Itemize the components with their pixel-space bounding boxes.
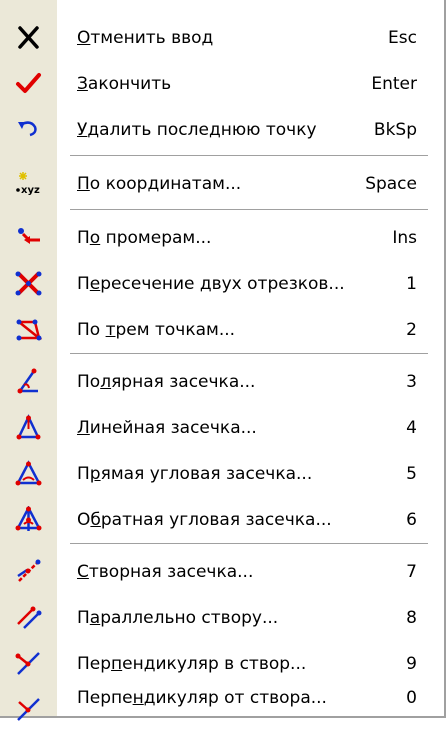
shortcut-label: 8	[406, 608, 417, 628]
menu-item-delete-last-point[interactable]: Удалить последнюю точку BkSp	[0, 107, 444, 153]
menu-item-segment-intersection[interactable]: Пересечение двух отрезков... 1	[0, 261, 444, 307]
segment-intersection-icon	[0, 261, 57, 307]
perpendicular-to-alignment-icon	[0, 641, 57, 687]
checkmark-icon	[0, 61, 57, 107]
alignment-resection-icon	[0, 549, 57, 595]
shortcut-label: 1	[406, 274, 417, 294]
xyz-coordinates-icon: xyz	[0, 161, 57, 207]
direct-angular-resection-icon	[0, 451, 57, 497]
parallel-alignment-icon	[0, 595, 57, 641]
shortcut-label: Enter	[371, 74, 417, 94]
menu-separator	[70, 353, 428, 355]
context-menu: Отменить ввод Esc Закончить Enter Удалит…	[0, 0, 446, 721]
three-points-icon	[0, 307, 57, 353]
menu-item-direct-angular-resection[interactable]: Прямая угловая засечка... 5	[0, 451, 444, 497]
shortcut-label: BkSp	[373, 120, 417, 140]
shortcut-label: 7	[406, 562, 417, 582]
menu-item-finish[interactable]: Закончить Enter	[0, 61, 444, 107]
shortcut-label: Space	[365, 174, 417, 194]
menu-item-by-measurements[interactable]: По промерам... Ins	[0, 215, 444, 261]
menu-item-inverse-angular-resection[interactable]: Обратная угловая засечка... 6	[0, 497, 444, 543]
shortcut-label: 5	[406, 464, 417, 484]
shortcut-label: 3	[406, 372, 417, 392]
menu-item-by-coordinates[interactable]: xyz По координатам... Space	[0, 161, 444, 207]
shortcut-label: Esc	[388, 28, 417, 48]
menu-item-perpendicular-to-alignment[interactable]: Перпендикуляр в створ... 9	[0, 641, 444, 687]
measure-point-icon	[0, 215, 57, 261]
inverse-angular-resection-icon	[0, 497, 57, 543]
menu-item-polar-resection[interactable]: Полярная засечка... 3	[0, 359, 444, 405]
shortcut-label: 6	[406, 510, 417, 530]
shortcut-label: 0	[406, 688, 417, 708]
shortcut-label: 9	[406, 654, 417, 674]
perpendicular-from-alignment-icon	[0, 687, 57, 733]
menu-item-three-points[interactable]: По трем точкам... 2	[0, 307, 444, 353]
shortcut-label: Ins	[392, 228, 417, 248]
menu-separator	[70, 209, 428, 211]
menu-item-cancel-input[interactable]: Отменить ввод Esc	[0, 15, 444, 61]
polar-resection-icon	[0, 359, 57, 405]
menu-item-perpendicular-from-alignment[interactable]: Перпендикуляр от створа... 0	[0, 687, 444, 721]
cancel-x-icon	[0, 15, 57, 61]
shortcut-label: 2	[406, 320, 417, 340]
menu-item-parallel-to-alignment[interactable]: Параллельно створу... 8	[0, 595, 444, 641]
undo-arrow-icon	[0, 107, 57, 153]
linear-resection-icon	[0, 405, 57, 451]
menu-item-linear-resection[interactable]: Линейная засечка... 4	[0, 405, 444, 451]
svg-text:xyz: xyz	[21, 185, 40, 196]
menu-item-alignment-resection[interactable]: Створная засечка... 7	[0, 549, 444, 595]
shortcut-label: 4	[406, 418, 417, 438]
menu-separator	[70, 543, 428, 545]
menu-separator	[70, 155, 428, 157]
